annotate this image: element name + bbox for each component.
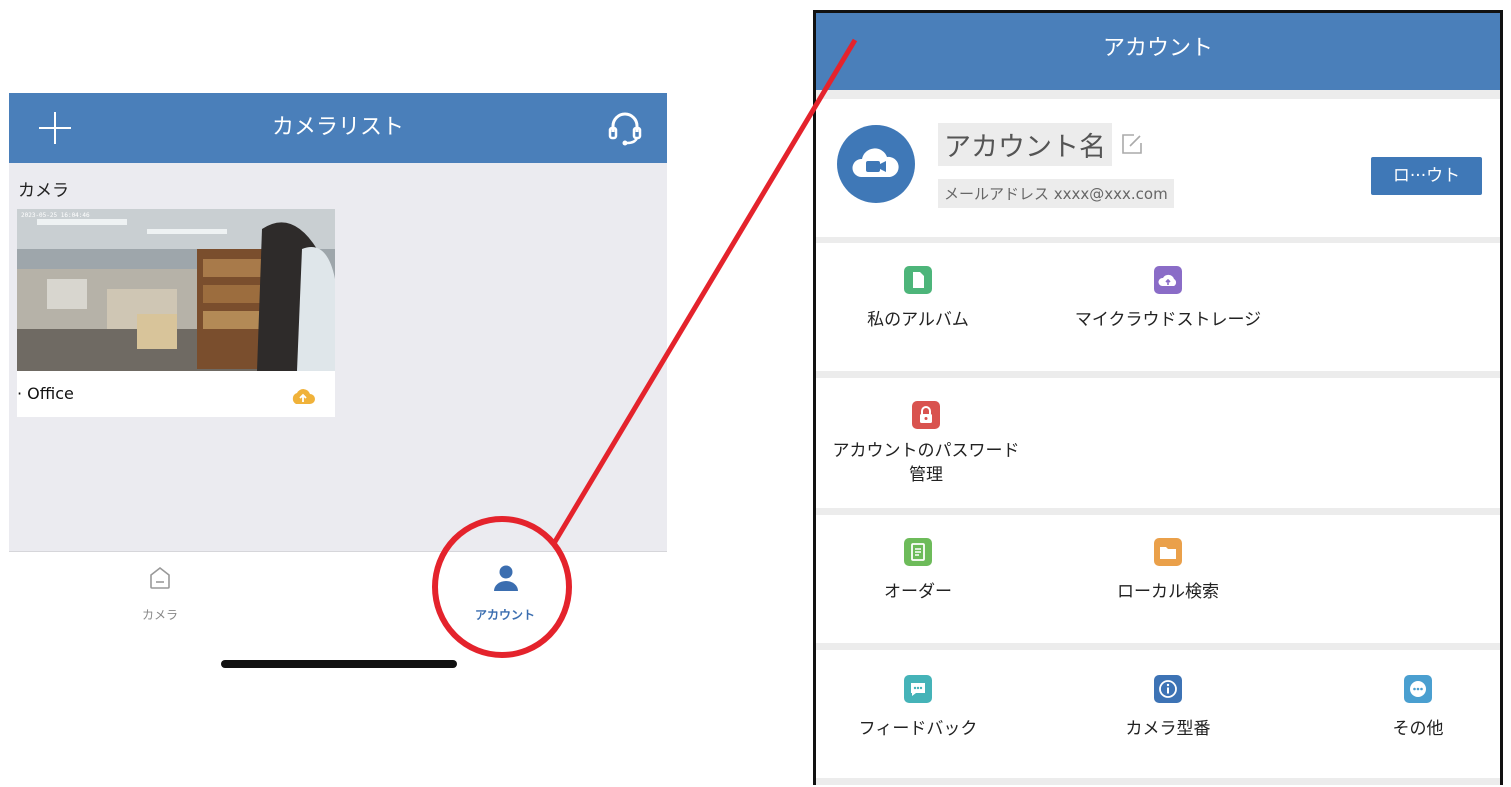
tab-camera[interactable]: カメラ xyxy=(120,560,200,630)
folder-icon xyxy=(1154,538,1182,566)
account-header: アカウント xyxy=(816,13,1500,90)
menu-row-3: オーダー ローカル検索 xyxy=(816,515,1500,643)
lock-icon xyxy=(912,401,940,429)
email-address: メールアドレス xxxx@xxx.com xyxy=(938,179,1174,208)
headset-icon[interactable] xyxy=(605,110,645,146)
tab-account[interactable]: アカウント xyxy=(460,560,550,630)
page-title: アカウント xyxy=(1102,36,1213,61)
menu-item-my-album[interactable]: 私のアルバム xyxy=(823,266,1013,332)
menu-label: 私のアルバム xyxy=(867,310,969,330)
avatar xyxy=(837,125,915,203)
account-name: アカウント名 xyxy=(938,123,1112,166)
camera-list-header: カメラリスト xyxy=(9,93,667,163)
home-indicator xyxy=(221,660,457,668)
camera-timestamp: 2023-05-25 16:04:46 xyxy=(21,212,90,219)
menu-row-1: 私のアルバム マイクラウドストレージ xyxy=(816,243,1500,371)
menu-label: オーダー xyxy=(884,582,952,602)
person-icon xyxy=(494,565,518,591)
more-icon xyxy=(1404,675,1432,703)
menu-item-local-search[interactable]: ローカル検索 xyxy=(1073,538,1263,604)
edit-icon[interactable] xyxy=(1121,133,1143,155)
menu-label: カメラ型番 xyxy=(1125,719,1211,739)
menu-label: ローカル検索 xyxy=(1117,582,1219,602)
menu-label: フィードバック xyxy=(858,719,978,739)
menu-item-others[interactable]: その他 xyxy=(1323,675,1500,741)
menu-item-order[interactable]: オーダー xyxy=(823,538,1013,604)
camera-thumbnail[interactable]: 2023-05-25 16:04:46 xyxy=(17,209,335,371)
info-icon xyxy=(1154,675,1182,703)
logout-button[interactable]: ロ···ウト xyxy=(1371,157,1482,195)
menu-item-my-cloud-storage[interactable]: マイクラウドストレージ xyxy=(1053,266,1283,332)
section-label: カメラ xyxy=(18,181,69,201)
profile-section: アカウント名 メールアドレス xxxx@xxx.com ロ···ウト xyxy=(816,99,1500,237)
menu-item-password-management[interactable]: アカウントのパスワード 管理 xyxy=(816,401,1036,487)
menu-label: その他 xyxy=(1392,719,1444,739)
tab-account-label: アカウント xyxy=(474,608,535,622)
office-scene-image xyxy=(17,209,335,371)
home-icon xyxy=(150,566,170,589)
tab-camera-label: カメラ xyxy=(141,608,178,622)
menu-item-feedback[interactable]: フィードバック xyxy=(823,675,1013,741)
menu-item-camera-model[interactable]: カメラ型番 xyxy=(1073,675,1263,741)
file-icon xyxy=(904,266,932,294)
document-icon xyxy=(904,538,932,566)
chat-icon xyxy=(904,675,932,703)
menu-row-2: アカウントのパスワード 管理 xyxy=(816,378,1500,508)
camera-card[interactable]: 2023-05-25 16:04:46 · Office xyxy=(17,209,335,417)
cloud-upload-icon[interactable] xyxy=(289,385,317,407)
menu-label: マイクラウドストレージ xyxy=(1074,310,1262,330)
page-title: カメラリスト xyxy=(271,115,404,140)
menu-label: アカウントのパスワード 管理 xyxy=(832,441,1020,485)
cloud-upload-icon xyxy=(1154,266,1182,294)
menu-row-4: フィードバック カメラ型番 その他 xyxy=(816,650,1500,778)
camera-name: · Office xyxy=(17,384,74,403)
tab-bar-divider xyxy=(9,551,667,552)
cloud-camera-icon xyxy=(852,148,899,177)
account-screen: アカウント アカウント名 メールアドレス xxxx@xxx.com ロ···ウト… xyxy=(813,10,1503,785)
